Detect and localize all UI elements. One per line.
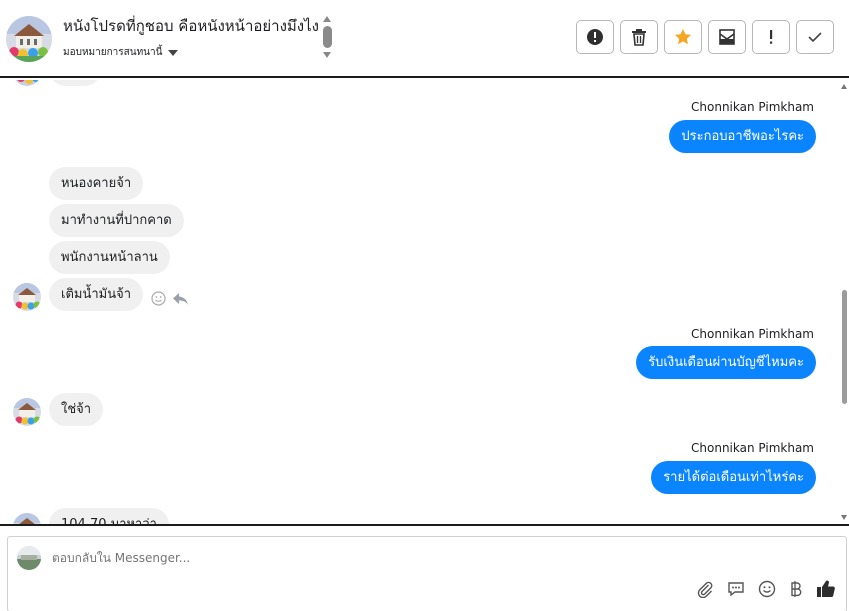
- contact-avatar: [13, 283, 41, 311]
- conversation-toolbar: [576, 20, 834, 54]
- incoming-message[interactable]: หนองคายจ้า: [49, 167, 144, 200]
- chevron-down-icon[interactable]: [323, 52, 331, 58]
- incoming-message-partial[interactable]: 104.70 มาหาว่า: [49, 508, 169, 524]
- delete-button[interactable]: [620, 20, 658, 54]
- star-button[interactable]: [664, 20, 702, 54]
- conversation-header: หนังโปรดที่กูชอบ คือหนังหน้าอย่างมึงไง ม…: [0, 0, 849, 78]
- reply-composer: [7, 536, 847, 611]
- mark-spam-button[interactable]: [576, 20, 614, 54]
- smiley-react-icon[interactable]: [151, 291, 166, 306]
- incoming-message[interactable]: มาทำงานที่ปากคาด: [49, 204, 184, 237]
- chevron-up-icon[interactable]: [323, 16, 331, 22]
- page-avatar[interactable]: [6, 16, 52, 62]
- caret-down-icon: [168, 49, 179, 56]
- scrollbar-thumb[interactable]: [842, 290, 847, 404]
- incoming-message[interactable]: เติมน้ำมันจ้า: [49, 278, 144, 311]
- alert-circle-icon: [587, 29, 603, 45]
- done-button[interactable]: [796, 20, 834, 54]
- emoji-icon[interactable]: [758, 580, 776, 598]
- divider: [0, 524, 849, 526]
- messenger-conversation-window: หนังโปรดที่กูชอบ คือหนังหน้าอย่างมึงไง ม…: [0, 0, 849, 611]
- scroll-up-icon[interactable]: [841, 84, 847, 89]
- thumbs-up-icon[interactable]: [816, 579, 836, 599]
- exclamation-icon: [770, 30, 773, 44]
- conversation-switcher[interactable]: [320, 16, 334, 62]
- message-thread[interactable]: Chonnikan Pimkham ประกอบอาชีพอะไรคะ หนอง…: [0, 80, 849, 524]
- page-title: หนังโปรดที่กูชอบ คือหนังหน้าอย่างมึงไง: [63, 17, 319, 35]
- check-icon: [808, 32, 822, 43]
- reply-input[interactable]: [52, 551, 652, 565]
- incoming-message[interactable]: พนักงานหน้าลาน: [49, 241, 170, 274]
- assign-conversation-dropdown[interactable]: มอบหมายการสนทนานี้: [63, 45, 179, 60]
- trash-icon: [632, 29, 646, 46]
- attach-icon[interactable]: [696, 580, 714, 598]
- user-avatar: [17, 546, 41, 570]
- contact-avatar: [13, 80, 41, 86]
- mail-icon: [719, 29, 735, 45]
- scrollbar[interactable]: [840, 80, 849, 524]
- switcher-handle[interactable]: [323, 26, 332, 48]
- reply-icon[interactable]: [172, 291, 189, 306]
- outgoing-message[interactable]: รับเงินเดือนผ่านบัญชีไหมคะ: [636, 346, 816, 379]
- baht-payment-icon[interactable]: [789, 580, 803, 598]
- outgoing-message[interactable]: รายได้ต่อเดือนเท่าไหร่คะ: [651, 461, 816, 494]
- saved-replies-icon[interactable]: [727, 580, 745, 598]
- outgoing-message[interactable]: ประกอบอาชีพอะไรคะ: [669, 120, 816, 153]
- contact-avatar: [13, 398, 41, 426]
- sender-name: Chonnikan Pimkham: [691, 441, 814, 455]
- sender-name: Chonnikan Pimkham: [691, 327, 814, 341]
- mark-unread-button[interactable]: [708, 20, 746, 54]
- message-actions: [151, 291, 189, 306]
- assign-label: มอบหมายการสนทนานี้: [63, 47, 163, 58]
- incoming-message[interactable]: ใช่จ้า: [49, 393, 104, 426]
- sender-name: Chonnikan Pimkham: [691, 100, 814, 114]
- contact-avatar: [13, 513, 41, 524]
- star-icon: [675, 29, 691, 45]
- follow-up-button[interactable]: [752, 20, 790, 54]
- composer-actions: [696, 579, 836, 599]
- scroll-down-icon[interactable]: [841, 515, 847, 520]
- incoming-message-partial: [49, 80, 101, 86]
